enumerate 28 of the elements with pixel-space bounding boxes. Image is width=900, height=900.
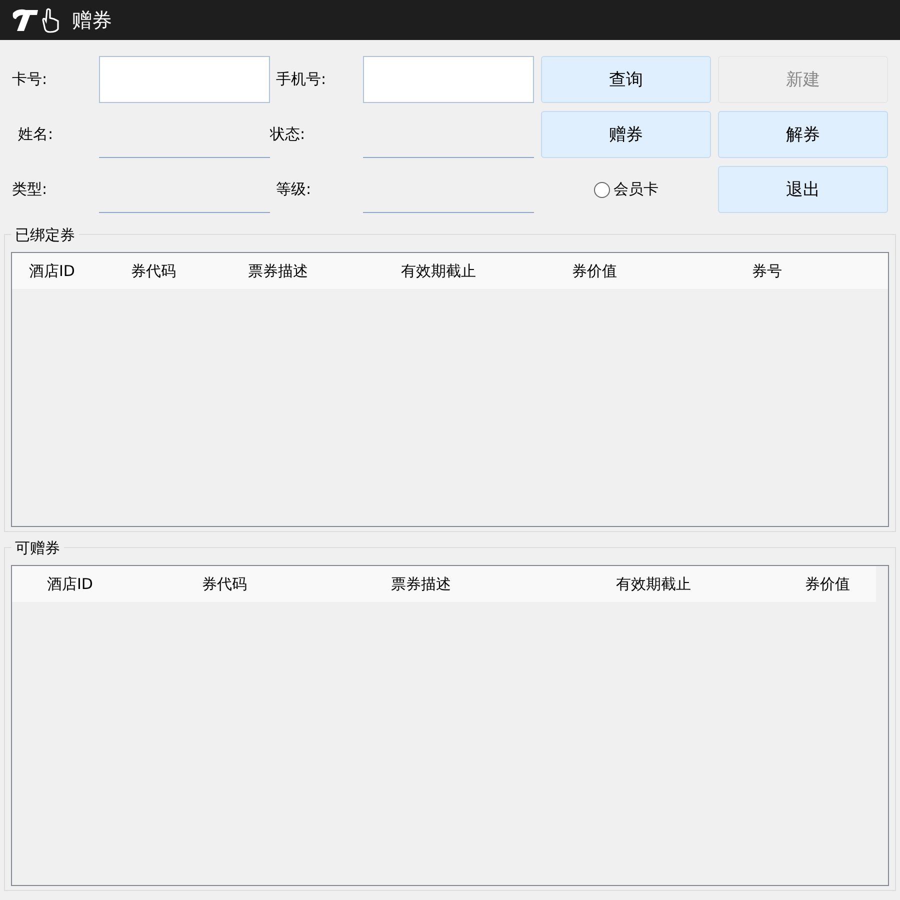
button[interactable]: 解券 (718, 111, 888, 158)
button[interactable]: 查询 (541, 56, 711, 103)
column-header[interactable]: 券代码 (191, 574, 380, 594)
column-header[interactable]: 券代码 (120, 262, 237, 280)
column-header[interactable]: 票券描述 (380, 574, 605, 594)
column-header[interactable]: 票券描述 (237, 262, 390, 280)
column-header[interactable]: 券号 (741, 262, 872, 280)
input-field[interactable] (363, 56, 534, 103)
radio-label[interactable]: 会员卡 (614, 180, 658, 199)
column-header[interactable]: 有效期截止 (390, 262, 561, 280)
column-header[interactable]: 券价值 (561, 262, 741, 280)
field-label: 姓名: (17, 125, 54, 144)
button[interactable]: 赠券 (541, 111, 711, 158)
field-label: 卡号: (12, 70, 48, 89)
field-label: 类型: (12, 180, 48, 199)
column-header[interactable]: 酒店ID (12, 262, 120, 280)
column-header[interactable]: 酒店ID (12, 574, 191, 594)
button[interactable]: 退出 (718, 166, 888, 213)
radio-button[interactable] (594, 182, 610, 198)
field-label: 等级: (275, 180, 312, 199)
column-header[interactable]: 券价值 (794, 574, 877, 594)
input-field[interactable] (99, 56, 270, 103)
window-title: 赠券 (72, 6, 112, 34)
field-label: 状态: (270, 125, 306, 144)
field-label: 手机号: (275, 70, 328, 89)
group-title: 已绑定券 (11, 226, 79, 245)
column-header[interactable]: 有效期截止 (605, 574, 794, 594)
group-title: 可赠券 (11, 539, 64, 558)
